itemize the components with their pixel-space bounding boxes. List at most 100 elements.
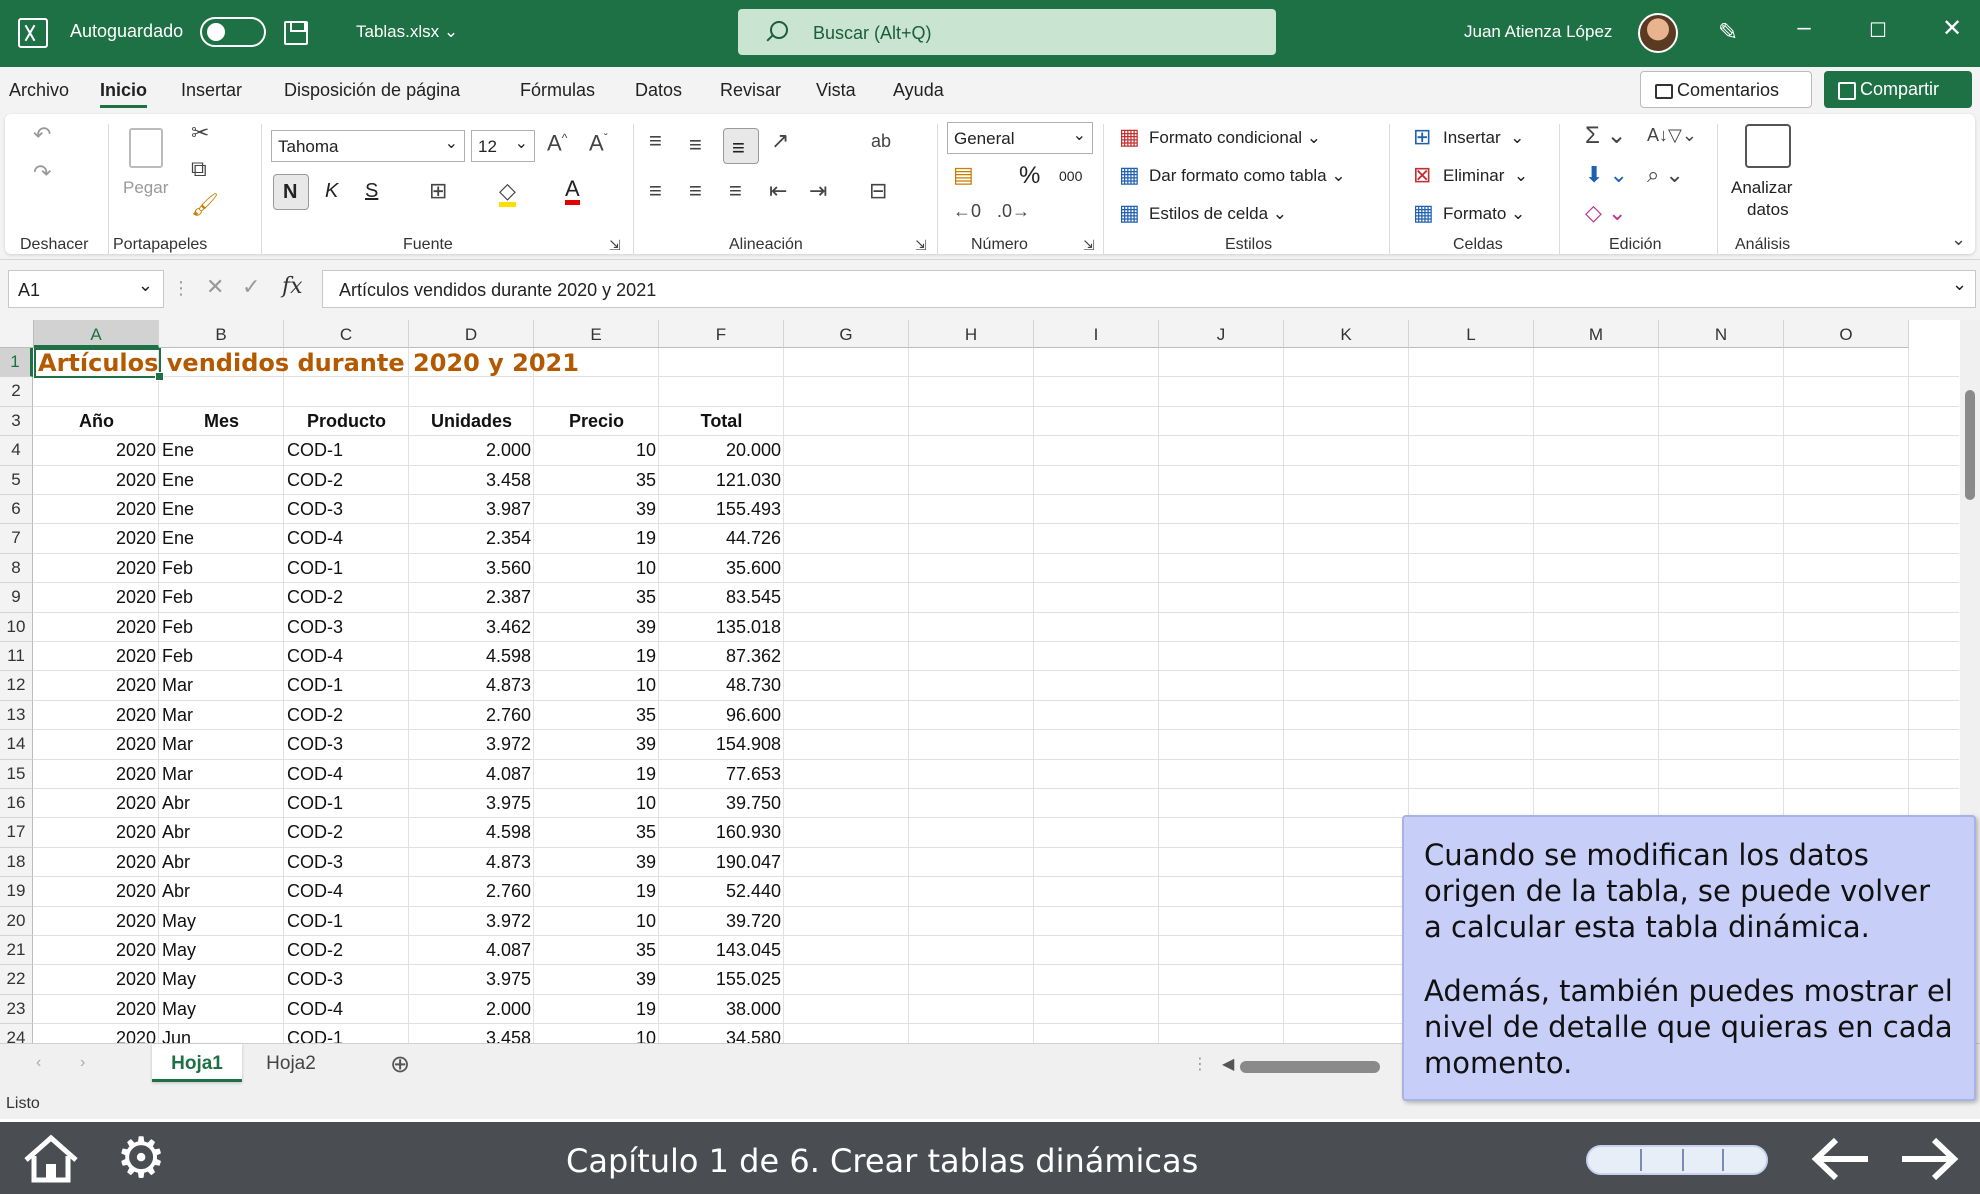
- data-cell[interactable]: 3.975: [412, 969, 531, 990]
- alignment-dialog-icon[interactable]: ⇲: [915, 238, 927, 252]
- row-header-7[interactable]: 7: [0, 524, 33, 554]
- more-icon[interactable]: ⋮: [172, 278, 190, 299]
- cond-format-button[interactable]: Formato condicional ⌄: [1149, 128, 1321, 148]
- header-cell[interactable]: Unidades: [412, 411, 531, 432]
- header-cell[interactable]: Mes: [162, 411, 281, 432]
- header-cell[interactable]: Precio: [537, 411, 656, 432]
- user-avatar[interactable]: [1638, 13, 1678, 53]
- data-cell[interactable]: 83.545: [662, 587, 781, 608]
- data-cell[interactable]: 10: [537, 675, 656, 696]
- insert-cells-button[interactable]: Insertar ⌄: [1443, 128, 1524, 148]
- data-cell[interactable]: 39: [537, 852, 656, 873]
- data-cell[interactable]: 2020: [37, 999, 156, 1020]
- data-cell[interactable]: 35: [537, 587, 656, 608]
- next-arrow-icon[interactable]: [1898, 1136, 1962, 1182]
- data-cell[interactable]: 38.000: [662, 999, 781, 1020]
- header-cell[interactable]: Producto: [287, 411, 406, 432]
- column-header-b[interactable]: B: [159, 320, 284, 348]
- data-cell[interactable]: 39.750: [662, 793, 781, 814]
- menu-formulas[interactable]: Fórmulas: [520, 80, 595, 101]
- row-header-2[interactable]: 2: [0, 377, 33, 407]
- analyze-label-1[interactable]: Analizar: [1731, 178, 1792, 198]
- search-box[interactable]: Buscar (Alt+Q): [738, 9, 1276, 55]
- data-cell[interactable]: 160.930: [662, 822, 781, 843]
- data-cell[interactable]: Mar: [162, 764, 281, 785]
- sheet-tab-hoja1[interactable]: Hoja1: [152, 1044, 242, 1082]
- data-cell[interactable]: 35: [537, 940, 656, 961]
- fx-icon[interactable]: fx: [282, 274, 303, 299]
- data-cell[interactable]: 19: [537, 999, 656, 1020]
- decrease-decimal-icon[interactable]: .0→: [997, 202, 1030, 220]
- row-header-4[interactable]: 4: [0, 436, 33, 466]
- percent-button[interactable]: %: [1019, 162, 1040, 190]
- data-cell[interactable]: COD-1: [287, 911, 406, 932]
- italic-button[interactable]: K: [325, 180, 338, 203]
- data-cell[interactable]: Abr: [162, 881, 281, 902]
- column-header-h[interactable]: H: [909, 320, 1034, 348]
- data-cell[interactable]: COD-2: [287, 705, 406, 726]
- minimize-icon[interactable]: –: [1784, 14, 1824, 42]
- data-cell[interactable]: 2020: [37, 587, 156, 608]
- currency-icon[interactable]: ▤: [953, 164, 974, 186]
- data-cell[interactable]: COD-3: [287, 734, 406, 755]
- data-cell[interactable]: 2020: [37, 822, 156, 843]
- orientation-icon[interactable]: ↗: [771, 130, 789, 152]
- font-dialog-icon[interactable]: ⇲: [609, 238, 621, 252]
- font-size-select[interactable]: 12: [471, 130, 535, 162]
- data-cell[interactable]: Feb: [162, 587, 281, 608]
- data-cell[interactable]: COD-2: [287, 470, 406, 491]
- cut-icon[interactable]: ✂: [191, 122, 209, 144]
- formula-input[interactable]: Artículos vendidos durante 2020 y 2021: [322, 270, 1976, 308]
- maximize-icon[interactable]: ☐: [1858, 18, 1898, 43]
- undo-icon[interactable]: ↶: [33, 124, 51, 146]
- data-cell[interactable]: 3.462: [412, 617, 531, 638]
- data-cell[interactable]: Mar: [162, 675, 281, 696]
- thousands-button[interactable]: 000: [1059, 168, 1082, 184]
- increase-indent-icon[interactable]: ⇥: [809, 180, 827, 202]
- data-cell[interactable]: 121.030: [662, 470, 781, 491]
- data-cell[interactable]: Ene: [162, 470, 281, 491]
- user-name[interactable]: Juan Atienza López: [1464, 22, 1612, 42]
- data-cell[interactable]: 2020: [37, 440, 156, 461]
- data-cell[interactable]: 39.720: [662, 911, 781, 932]
- decrease-indent-icon[interactable]: ⇤: [769, 180, 787, 202]
- data-cell[interactable]: 2.000: [412, 440, 531, 461]
- data-cell[interactable]: Ene: [162, 440, 281, 461]
- merge-center-icon[interactable]: ⊟: [869, 180, 887, 202]
- format-table-icon[interactable]: ▦: [1119, 164, 1140, 186]
- data-cell[interactable]: 52.440: [662, 881, 781, 902]
- split-handle-icon[interactable]: ⋮: [1192, 1054, 1208, 1074]
- data-cell[interactable]: 2020: [37, 852, 156, 873]
- data-cell[interactable]: 10: [537, 440, 656, 461]
- data-cell[interactable]: 4.873: [412, 852, 531, 873]
- row-header-1[interactable]: 1: [0, 348, 33, 378]
- select-all-corner[interactable]: [0, 320, 34, 348]
- cell-styles-button[interactable]: Estilos de celda ⌄: [1149, 204, 1287, 224]
- data-cell[interactable]: 4.873: [412, 675, 531, 696]
- data-cell[interactable]: COD-3: [287, 852, 406, 873]
- data-cell[interactable]: May: [162, 940, 281, 961]
- data-cell[interactable]: 2.387: [412, 587, 531, 608]
- wrap-text-icon[interactable]: ab: [871, 132, 891, 150]
- data-cell[interactable]: COD-4: [287, 646, 406, 667]
- menu-vista[interactable]: Vista: [816, 80, 856, 101]
- comments-button[interactable]: Comentarios: [1640, 71, 1812, 108]
- row-header-13[interactable]: 13: [0, 700, 33, 731]
- share-button[interactable]: Compartir: [1824, 71, 1972, 108]
- column-header-l[interactable]: L: [1409, 320, 1534, 348]
- data-cell[interactable]: 39: [537, 969, 656, 990]
- cell-styles-icon[interactable]: ▦: [1119, 202, 1140, 224]
- data-cell[interactable]: 4.087: [412, 764, 531, 785]
- column-header-f[interactable]: F: [659, 320, 784, 348]
- data-cell[interactable]: 2.760: [412, 881, 531, 902]
- data-cell[interactable]: 2020: [37, 617, 156, 638]
- data-cell[interactable]: 2020: [37, 499, 156, 520]
- data-cell[interactable]: May: [162, 999, 281, 1020]
- number-format-select[interactable]: General: [947, 122, 1093, 154]
- row-header-10[interactable]: 10: [0, 612, 33, 642]
- data-cell[interactable]: COD-1: [287, 440, 406, 461]
- data-cell[interactable]: 2020: [37, 940, 156, 961]
- data-cell[interactable]: 35: [537, 822, 656, 843]
- underline-button[interactable]: S: [365, 180, 378, 203]
- data-cell[interactable]: COD-3: [287, 617, 406, 638]
